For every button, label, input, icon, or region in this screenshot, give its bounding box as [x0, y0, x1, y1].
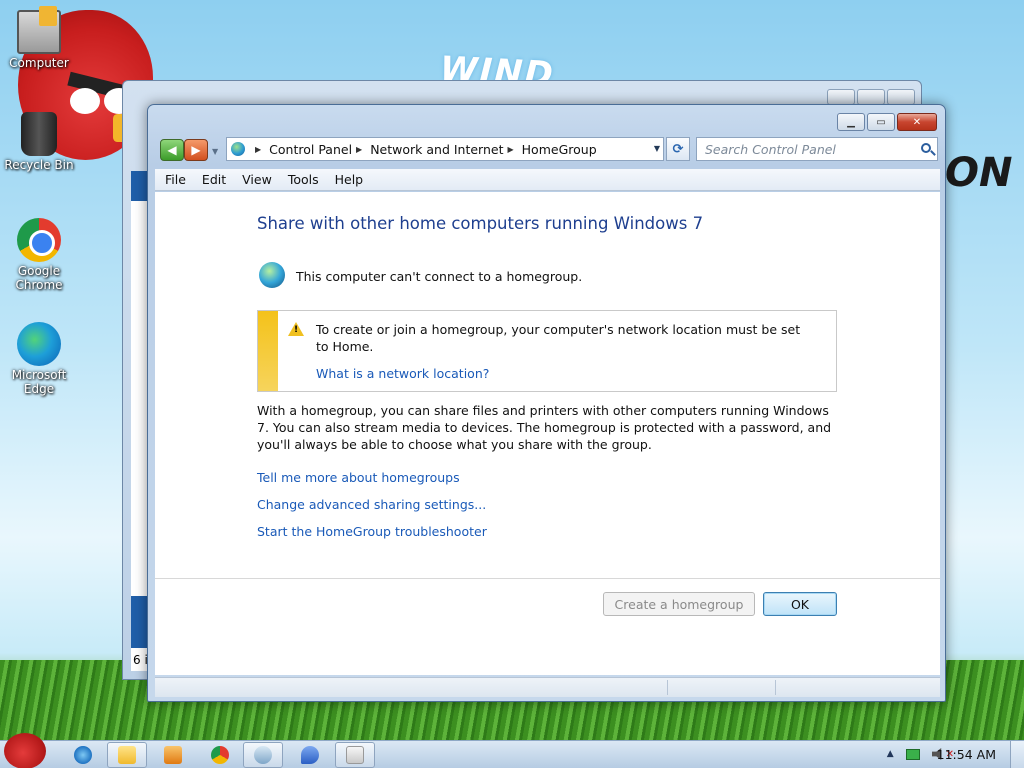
search-placeholder: Search Control Panel — [705, 142, 836, 157]
start-button[interactable] — [4, 733, 46, 768]
network-status-icon[interactable] — [905, 748, 920, 760]
menu-file[interactable]: File — [165, 172, 186, 187]
window-status-bar — [155, 677, 940, 697]
breadcrumb-homegroup[interactable]: HomeGroup — [522, 142, 597, 157]
refresh-button[interactable]: ⟳ — [666, 137, 690, 161]
back-button[interactable]: ◀ — [160, 139, 184, 161]
wallpaper-logo-text-2: ON — [945, 150, 1013, 196]
minimize-icon: ▁ — [847, 116, 855, 128]
desktop-icon-label: Computer — [9, 56, 69, 70]
maximize-button[interactable]: ▭ — [867, 113, 895, 131]
navigation-bar: ◀ ▶ ▼ ▶ Control Panel ▶ Network and Inte… — [158, 137, 938, 163]
homegroup-window[interactable]: ▁ ▭ ✕ ◀ ▶ ▼ ▶ Control Panel ▶ Network an… — [147, 104, 946, 702]
close-icon: ✕ — [912, 116, 922, 128]
chrome-icon — [211, 746, 229, 764]
recycle-bin-icon — [21, 112, 57, 156]
refresh-icon: ⟳ — [672, 141, 684, 157]
menu-view[interactable]: View — [242, 172, 272, 187]
breadcrumb-separator-icon[interactable]: ▶ — [356, 145, 362, 154]
close-button[interactable]: ✕ — [897, 113, 937, 131]
show-hidden-icons-button[interactable]: ▲ — [887, 749, 894, 759]
search-input[interactable]: Search Control Panel — [696, 137, 938, 161]
desktop-icon-computer[interactable]: Computer — [1, 6, 77, 70]
show-desktop-button[interactable] — [1010, 741, 1024, 768]
menu-edit[interactable]: Edit — [202, 172, 226, 187]
taskbar-app[interactable] — [297, 742, 323, 768]
app-icon — [301, 746, 319, 764]
window-caption-buttons: ▁ ▭ ✕ — [837, 113, 937, 131]
minimize-button[interactable] — [827, 89, 855, 105]
recent-pages-dropdown[interactable]: ▼ — [212, 147, 218, 156]
desktop-icon-label: Microsoft Edge — [11, 368, 67, 396]
chrome-icon — [17, 218, 61, 262]
taskbar-windows-explorer[interactable] — [107, 742, 147, 768]
edge-icon — [17, 322, 61, 366]
address-dropdown-button[interactable]: ▼ — [654, 144, 660, 153]
desktop-icon-recycle-bin[interactable]: Recycle Bin — [1, 112, 77, 172]
maximize-icon: ▭ — [876, 116, 886, 128]
content-pane: Share with other home computers running … — [155, 192, 940, 675]
homegroup-status-text: This computer can't connect to a homegro… — [296, 269, 583, 284]
breadcrumb-separator-icon[interactable]: ▶ — [508, 145, 514, 154]
desktop-icon-google-chrome[interactable]: Google Chrome — [1, 218, 77, 292]
breadcrumb-control-panel[interactable]: Control Panel — [269, 142, 352, 157]
button-divider — [155, 578, 940, 579]
minimize-button[interactable]: ▁ — [837, 113, 865, 131]
menu-tools[interactable]: Tools — [288, 172, 319, 187]
page-title: Share with other home computers running … — [257, 214, 704, 233]
computer-icon — [17, 6, 61, 54]
taskbar: ▲ ✕ 11:54 AM — [0, 733, 1024, 768]
background-window-status-text: 6 i — [133, 653, 148, 667]
breadcrumb: ▶ Control Panel ▶ Network and Internet ▶… — [251, 142, 597, 157]
ok-button[interactable]: OK — [763, 592, 837, 616]
desktop-icon-microsoft-edge[interactable]: Microsoft Edge — [1, 322, 77, 396]
warning-box: ! To create or join a homegroup, your co… — [257, 310, 837, 392]
internet-explorer-icon — [74, 746, 92, 764]
breadcrumb-separator-icon[interactable]: ▶ — [255, 145, 261, 154]
chevron-down-icon: ▼ — [212, 147, 219, 156]
warning-stripe — [258, 311, 278, 391]
menu-bar: File Edit View Tools Help — [155, 169, 940, 191]
desktop-icon-label: Recycle Bin — [4, 158, 74, 172]
create-homegroup-button[interactable]: Create a homegroup — [603, 592, 755, 616]
search-icon[interactable] — [921, 143, 931, 153]
maximize-button[interactable] — [857, 89, 885, 105]
forward-button[interactable]: ▶ — [184, 139, 208, 161]
control-panel-globe-icon — [231, 142, 245, 156]
homegroup-description: With a homegroup, you can share files an… — [257, 403, 832, 452]
paint-icon — [346, 746, 364, 764]
advanced-sharing-settings-link[interactable]: Change advanced sharing settings... — [257, 497, 486, 512]
close-button[interactable] — [887, 89, 915, 105]
network-icon — [254, 746, 272, 764]
background-window-caption-buttons — [827, 89, 915, 105]
warning-text: To create or join a homegroup, your comp… — [316, 322, 801, 354]
clock[interactable]: 11:54 AM — [937, 747, 996, 762]
taskbar-google-chrome[interactable] — [207, 742, 233, 768]
network-globe-icon — [259, 262, 285, 288]
network-location-link[interactable]: What is a network location? — [316, 366, 489, 381]
address-bar[interactable]: ▶ Control Panel ▶ Network and Internet ▶… — [226, 137, 664, 161]
breadcrumb-network-and-internet[interactable]: Network and Internet — [370, 142, 503, 157]
forward-arrow-icon: ▶ — [191, 143, 201, 157]
warning-icon: ! — [288, 322, 304, 336]
folder-icon — [118, 746, 136, 764]
taskbar-control-panel[interactable] — [243, 742, 283, 768]
media-player-icon — [164, 746, 182, 764]
homegroups-help-link[interactable]: Tell me more about homegroups — [257, 470, 460, 485]
menu-help[interactable]: Help — [335, 172, 364, 187]
desktop-icon-label: Google Chrome — [15, 264, 63, 292]
taskbar-media-player[interactable] — [160, 742, 186, 768]
back-arrow-icon: ◀ — [167, 143, 177, 157]
homegroup-troubleshooter-link[interactable]: Start the HomeGroup troubleshooter — [257, 524, 487, 539]
taskbar-internet-explorer[interactable] — [70, 742, 96, 768]
taskbar-paint[interactable] — [335, 742, 375, 768]
